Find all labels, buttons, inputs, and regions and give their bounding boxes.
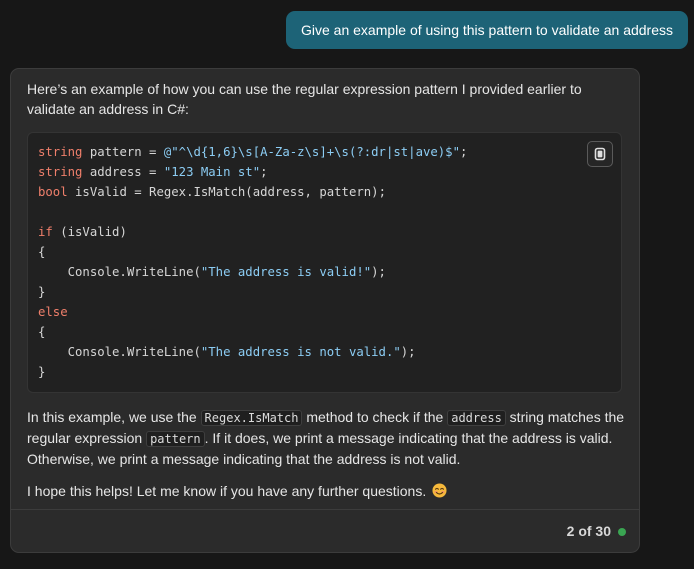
code-brace: } [38,365,46,379]
reply-footer: 2 of 30 [11,509,639,552]
smiling-face-emoji-icon [432,483,447,498]
code-text: address = [82,165,164,179]
code-keyword: else [38,305,68,319]
code-keyword: string [38,165,83,179]
turn-counter: 2 of 30 [566,523,611,539]
user-message-bubble: Give an example of using this pattern to… [286,11,688,49]
inline-code-regex-ismatch: Regex.IsMatch [200,410,303,426]
code-text: ); [400,345,416,359]
closing-text: I hope this helps! Let me know if you ha… [27,483,427,499]
explain-text: In this example, we use the [27,409,201,425]
code-brace: { [38,325,46,339]
status-dot-icon [618,528,626,536]
reply-explanation-text: In this example, we use the Regex.IsMatc… [27,407,627,469]
inline-code-address: address [447,410,506,426]
code-text: Console.WriteLine( [38,265,201,279]
code-string: "123 Main st" [163,165,261,179]
reply-intro-text: Here’s an example of how you can use the… [27,81,582,117]
code-text: (isValid) [52,225,127,239]
user-message-text: Give an example of using this pattern to… [301,22,673,38]
code-keyword: string [38,145,83,159]
copy-icon [594,147,606,161]
explain-text: method to check if the [302,409,448,425]
code-keyword: if [38,225,53,239]
inline-code-pattern: pattern [146,431,205,447]
code-string: "The address is valid!" [200,265,372,279]
code-text: ; [260,165,268,179]
code-brace: } [38,285,46,299]
assistant-reply-card: Here’s an example of how you can use the… [10,68,640,553]
copy-code-button[interactable] [587,141,613,167]
code-text: ); [371,265,386,279]
code-brace: { [38,245,46,259]
code-block: string pattern = @"^\d{1,6}\s[A-Za-z\s]+… [27,132,622,393]
code-string: @"^\d{1,6}\s[A-Za-z\s]+\s(?:dr|st|ave)$" [163,145,460,159]
code-text: Console.WriteLine( [38,345,201,359]
code-text: pattern = [82,145,164,159]
reply-closing-text: I hope this helps! Let me know if you ha… [27,481,627,501]
code-text: isValid = Regex.IsMatch(address, pattern… [67,185,386,199]
code-string: "The address is not valid." [200,345,401,359]
code-text: ; [460,145,468,159]
code-keyword: bool [38,185,68,199]
code-content: string pattern = @"^\d{1,6}\s[A-Za-z\s]+… [38,142,467,382]
